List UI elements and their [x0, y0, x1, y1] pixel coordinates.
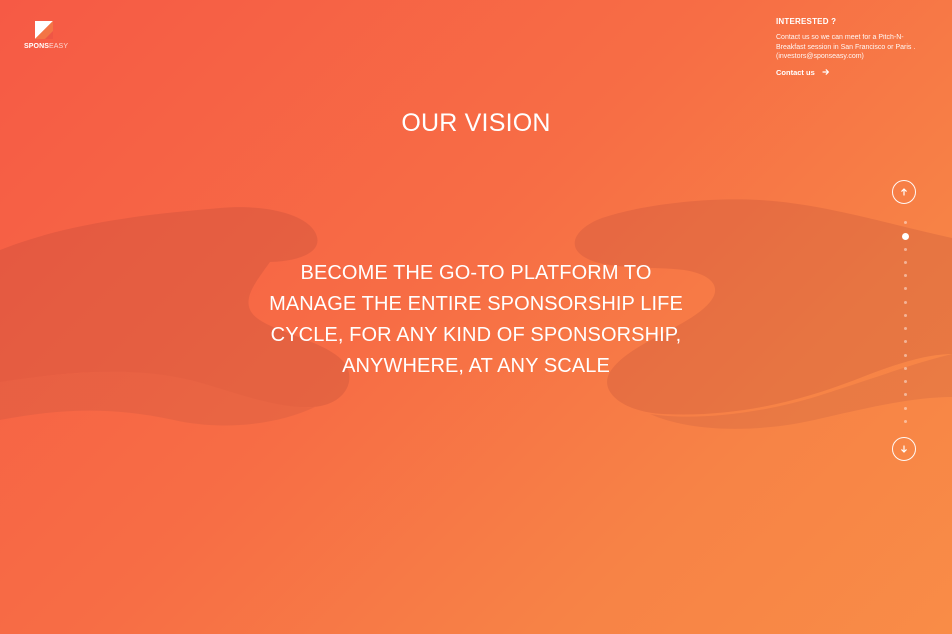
pagination-dot[interactable] [903, 393, 907, 397]
vision-line: MANAGE THE ENTIRE SPONSORSHIP LIFE [269, 293, 683, 315]
pagination-dot[interactable] [903, 221, 907, 224]
pagination-dot[interactable] [903, 313, 907, 317]
arrow-down-icon [901, 445, 907, 453]
pagination-dot-active[interactable] [901, 233, 909, 240]
pagination-dot[interactable] [903, 419, 907, 423]
pagination-dot[interactable] [903, 366, 907, 370]
pagination-dot[interactable] [903, 247, 907, 251]
investor-contact-panel: INTERESTED ? Contact us so we can meet f… [776, 17, 926, 80]
pagination-dot[interactable] [903, 260, 907, 264]
vision-line: BECOME THE GO-TO PLATFORM TO [300, 262, 652, 284]
logo-name-bold: SPONS [24, 43, 50, 50]
pagination-dot[interactable] [903, 340, 907, 344]
previous-section-button[interactable] [892, 180, 916, 204]
logo-name-light: EASY [49, 43, 69, 50]
page-title: OUR VISION [401, 108, 551, 137]
pagination-dot[interactable] [903, 380, 907, 383]
next-section-button[interactable] [892, 437, 916, 461]
pagination-dot[interactable] [903, 274, 907, 277]
vision-line: CYCLE, FOR ANY KIND OF SPONSORSHIP, [270, 324, 682, 346]
pagination-dot[interactable] [903, 287, 907, 291]
pagination-dot[interactable] [903, 300, 907, 304]
pagination-dot[interactable] [903, 327, 907, 330]
arrow-up-icon [901, 188, 907, 196]
sponseasy-logo[interactable]: SPONSEASY [24, 20, 68, 60]
vision-line: ANYWHERE, AT ANY SCALE [342, 355, 610, 377]
pagination-dot[interactable] [903, 353, 907, 357]
contact-us-label: Contact us [776, 67, 815, 77]
interested-heading: INTERESTED ? [776, 17, 837, 26]
contact-description: Contact us so we can meet for a Pitch-N-… [776, 34, 916, 60]
vision-statement: BECOME THE GO-TO PLATFORM TO MANAGE THE … [220, 258, 732, 382]
section-pagination [901, 221, 909, 427]
pagination-dot[interactable] [903, 406, 907, 410]
arrow-right-icon [822, 69, 829, 75]
page: SPONSEASY INTERESTED ? Contact us so we … [0, 0, 952, 634]
logo-mark-icon [35, 21, 53, 39]
logo-text: SPONSEASY [24, 43, 68, 50]
contact-us-link[interactable]: Contact us [776, 68, 830, 77]
